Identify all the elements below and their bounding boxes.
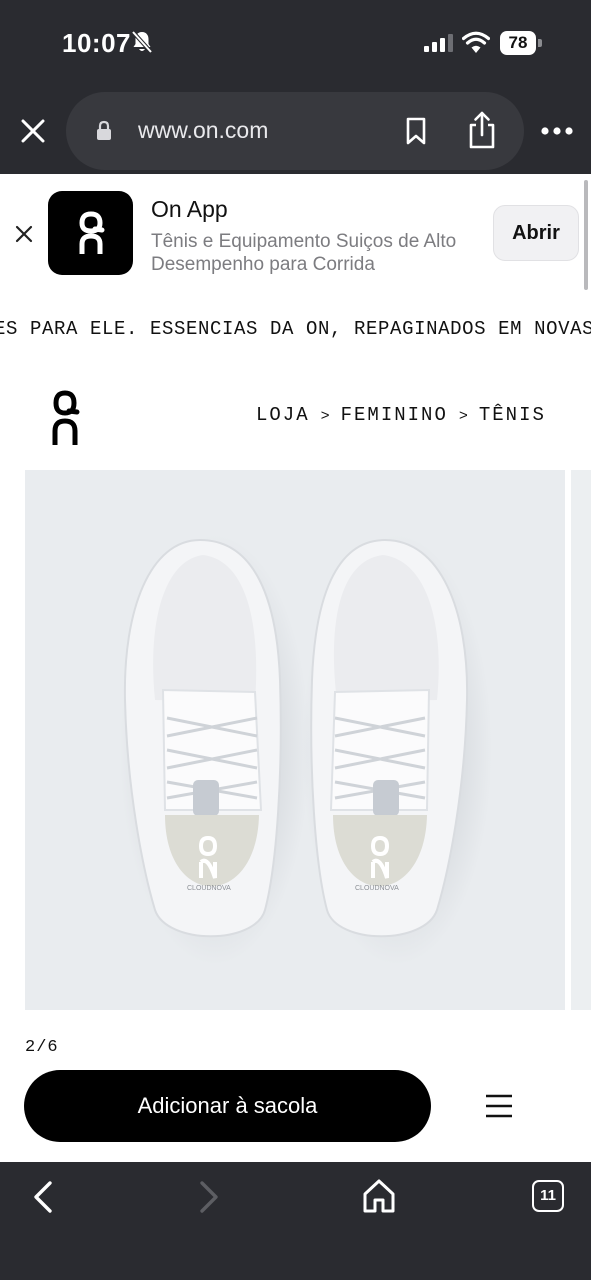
breadcrumb-feminino[interactable]: FEMININO xyxy=(341,404,448,426)
more-icon[interactable] xyxy=(540,126,574,136)
browser-address-bar: www.on.com xyxy=(0,88,591,174)
breadcrumb-loja[interactable]: LOJA xyxy=(256,404,310,426)
breadcrumb-separator: > xyxy=(458,408,468,425)
product-image[interactable]: CLOUDNOVA CLOUDNOVA xyxy=(25,470,565,1010)
battery-level: 78 xyxy=(500,31,536,55)
breadcrumb-tenis[interactable]: TÊNIS xyxy=(479,404,546,426)
app-banner: On App Tênis e Equipamento Suiços de Alt… xyxy=(0,174,591,292)
app-title: On App xyxy=(151,196,228,222)
browser-toolbar: 11 xyxy=(0,1162,591,1280)
lock-icon xyxy=(97,120,111,140)
wifi-icon xyxy=(462,31,490,53)
breadcrumb-separator: > xyxy=(320,408,330,425)
product-image-label: CLOUDNOVA xyxy=(187,885,231,892)
forward-icon[interactable] xyxy=(196,1180,222,1214)
on-logo-icon xyxy=(79,211,105,254)
app-icon xyxy=(48,191,133,275)
promo-ticker-text: ES PARA ELE. ESSENCIAS DA ON, REPAGINADO… xyxy=(0,318,591,340)
next-product-image[interactable] xyxy=(571,470,591,1010)
promo-ticker: ES PARA ELE. ESSENCIAS DA ON, REPAGINADO… xyxy=(0,318,591,342)
product-image-label: CLOUDNOVA xyxy=(355,885,399,892)
breadcrumb: LOJA > FEMININO > TÊNIS xyxy=(256,404,546,426)
status-time: 10:07 xyxy=(62,28,131,58)
home-icon[interactable] xyxy=(362,1178,396,1214)
signal-icon xyxy=(424,34,453,52)
share-icon[interactable] xyxy=(466,110,498,150)
bell-slash-icon xyxy=(131,30,153,54)
image-counter: 2/6 xyxy=(25,1038,59,1057)
add-to-bag-button[interactable]: Adicionar à sacola xyxy=(24,1070,431,1142)
bookmark-icon[interactable] xyxy=(404,116,428,146)
menu-icon[interactable] xyxy=(485,1092,513,1120)
back-icon[interactable] xyxy=(30,1180,56,1214)
url-text: www.on.com xyxy=(138,117,269,143)
open-app-button[interactable]: Abrir xyxy=(493,205,579,261)
on-logo-icon[interactable] xyxy=(50,390,80,446)
close-icon[interactable] xyxy=(18,116,48,146)
battery-icon: 78 xyxy=(500,31,542,55)
url-field[interactable]: www.on.com xyxy=(66,92,524,170)
sneakers-illustration: CLOUDNOVA CLOUDNOVA xyxy=(120,535,492,965)
status-bar: 10:07 78 xyxy=(0,0,591,88)
web-page: On App Tênis e Equipamento Suiços de Alt… xyxy=(0,174,591,1162)
tabs-icon[interactable]: 11 xyxy=(532,1180,564,1212)
app-subtitle: Tênis e Equipamento Suiços de Alto Desem… xyxy=(151,231,457,275)
banner-close-icon[interactable] xyxy=(14,224,34,244)
